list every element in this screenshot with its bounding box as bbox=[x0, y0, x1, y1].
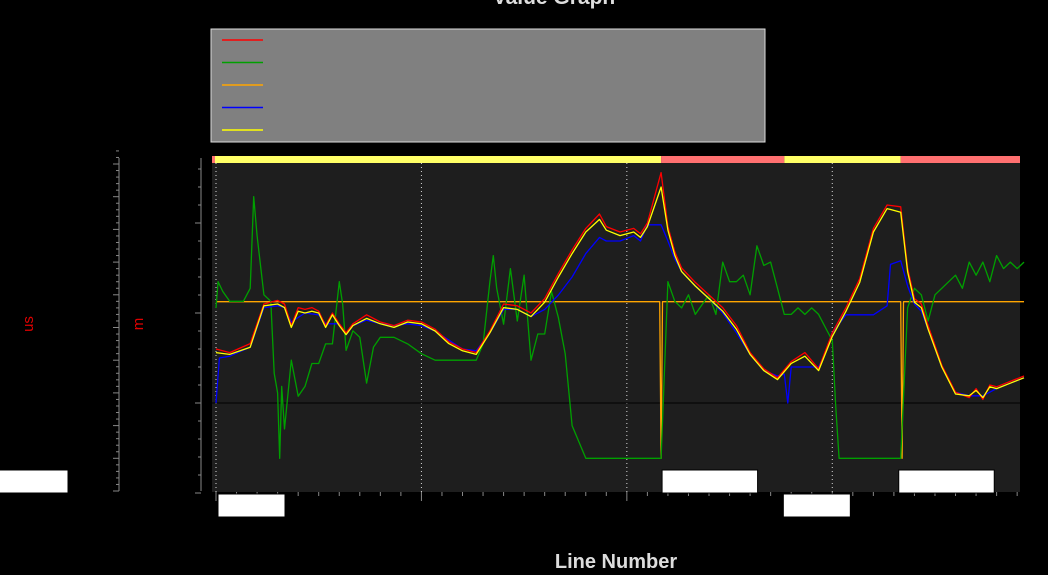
x-axis-label: Line Number bbox=[555, 551, 677, 570]
mode-band bbox=[661, 156, 785, 163]
mode-band bbox=[784, 156, 901, 163]
mode-band bbox=[900, 156, 1020, 163]
y-axis-label-m: m bbox=[130, 318, 147, 331]
mode-label-box bbox=[217, 493, 286, 518]
mode-label-box bbox=[782, 493, 851, 518]
mode-label-box bbox=[898, 469, 995, 494]
value-graph: Value Graph us m Line Number bbox=[0, 0, 1048, 573]
y-axis-label-us: us bbox=[20, 316, 37, 332]
legend bbox=[210, 28, 766, 143]
mode-band bbox=[212, 156, 662, 163]
chart-title: Value Graph bbox=[493, 0, 616, 9]
chart-svg: Value Graph us m Line Number bbox=[0, 0, 1048, 573]
mode-label-box-left bbox=[0, 469, 69, 494]
mode-band-start bbox=[212, 156, 215, 163]
mode-label-box bbox=[661, 469, 759, 494]
